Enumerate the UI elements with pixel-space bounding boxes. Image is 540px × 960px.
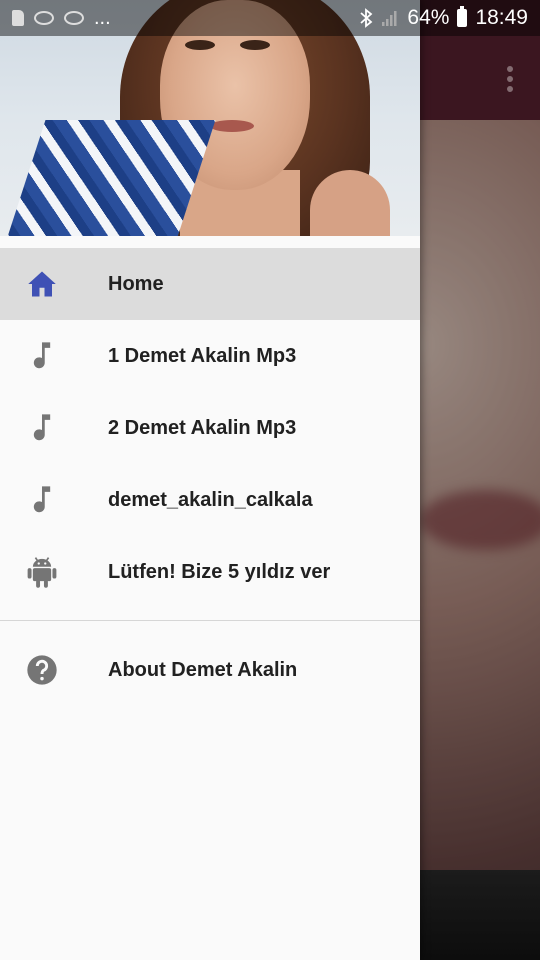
signal-icon [382, 11, 397, 26]
menu-item-about[interactable]: About Demet Akalin [0, 634, 420, 706]
menu-item-label: Home [108, 273, 164, 295]
music-note-icon [26, 414, 58, 442]
battery-percent: 64% [407, 6, 450, 29]
menu-item-label: About Demet Akalin [108, 659, 298, 681]
home-icon [26, 270, 58, 298]
music-note-icon [26, 486, 58, 514]
menu-divider [0, 620, 420, 621]
menu-item-label: 1 Demet Akalin Mp3 [108, 345, 297, 367]
help-icon [26, 655, 58, 685]
menu-item-rate[interactable]: Lütfen! Bize 5 yıldız ver [0, 536, 420, 608]
notification-icon [64, 11, 84, 25]
menu-item-label: 2 Demet Akalin Mp3 [108, 417, 297, 439]
music-note-icon [26, 342, 58, 370]
sd-card-icon [12, 10, 24, 26]
bluetooth-icon [360, 8, 373, 28]
status-bar: ... 64% 18:49 [0, 0, 540, 36]
notification-icon [34, 11, 54, 25]
menu-item-mp3-1[interactable]: 1 Demet Akalin Mp3 [0, 320, 420, 392]
clock: 18:49 [475, 6, 528, 29]
battery-icon [457, 6, 468, 27]
menu-item-mp3-2[interactable]: 2 Demet Akalin Mp3 [0, 392, 420, 464]
menu-item-home[interactable]: Home [0, 248, 420, 320]
menu-item-label: demet_akalin_calkala [108, 489, 313, 511]
more-notifications: ... [94, 6, 111, 29]
android-icon [26, 557, 58, 588]
drawer-menu: Home 1 Demet Akalin Mp3 2 Demet Akalin M… [0, 248, 420, 706]
menu-item-label: Lütfen! Bize 5 yıldız ver [108, 561, 331, 583]
menu-item-calkala[interactable]: demet_akalin_calkala [0, 464, 420, 536]
navigation-drawer: Home 1 Demet Akalin Mp3 2 Demet Akalin M… [0, 0, 420, 960]
